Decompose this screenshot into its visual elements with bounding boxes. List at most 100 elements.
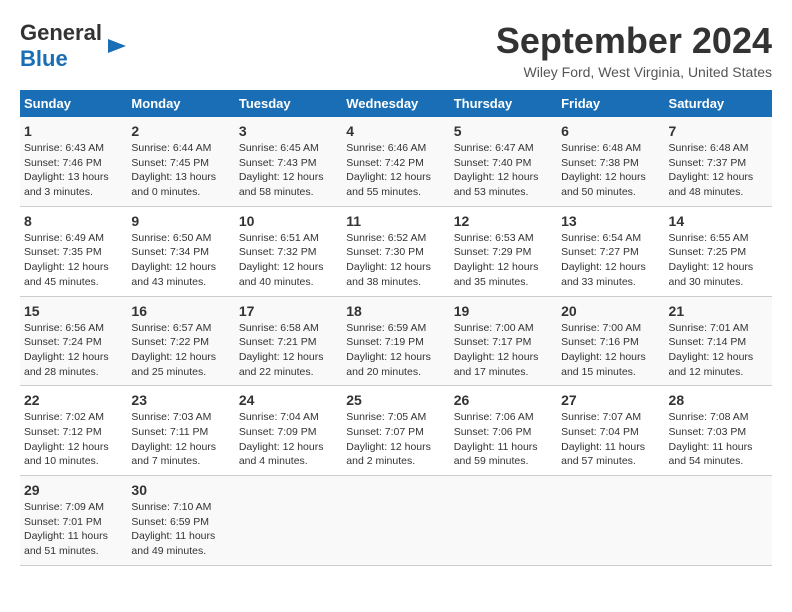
calendar-header: SundayMondayTuesdayWednesdayThursdayFrid… xyxy=(20,90,772,117)
table-cell: 5Sunrise: 6:47 AM Sunset: 7:40 PM Daylig… xyxy=(450,117,557,206)
table-cell: 3 Sunrise: 6:45 AM Sunset: 7:43 PM Daylig… xyxy=(235,117,342,206)
day-number: 20 xyxy=(561,303,660,319)
day-number: 26 xyxy=(454,392,553,408)
week-row-4: 22 Sunrise: 7:02 AM Sunset: 7:12 PM Dayli… xyxy=(20,386,772,476)
table-cell: 24 Sunrise: 7:04 AM Sunset: 7:09 PM Dayli… xyxy=(235,386,342,476)
day-info: Sunrise: 6:48 AM Sunset: 7:37 PM Dayligh… xyxy=(669,141,768,200)
day-info: Sunrise: 6:56 AM Sunset: 7:24 PM Dayligh… xyxy=(24,321,123,380)
calendar-table: SundayMondayTuesdayWednesdayThursdayFrid… xyxy=(20,90,772,566)
day-number: 18 xyxy=(346,303,445,319)
col-header-monday: Monday xyxy=(127,90,234,117)
day-info: Sunrise: 6:55 AM Sunset: 7:25 PM Dayligh… xyxy=(669,231,768,290)
table-cell: 23 Sunrise: 7:03 AM Sunset: 7:11 PM Dayli… xyxy=(127,386,234,476)
col-header-tuesday: Tuesday xyxy=(235,90,342,117)
day-info: Sunrise: 6:44 AM Sunset: 7:45 PM Dayligh… xyxy=(131,141,230,200)
day-number: 29 xyxy=(24,482,123,498)
day-number: 27 xyxy=(561,392,660,408)
logo: General Blue xyxy=(20,20,128,72)
table-cell: 4 Sunrise: 6:46 AM Sunset: 7:42 PM Daylig… xyxy=(342,117,449,206)
day-number: 24 xyxy=(239,392,338,408)
day-info: Sunrise: 7:07 AM Sunset: 7:04 PM Dayligh… xyxy=(561,410,660,469)
col-header-sunday: Sunday xyxy=(20,90,127,117)
calendar-title: September 2024 xyxy=(496,20,772,62)
week-row-2: 8Sunrise: 6:49 AM Sunset: 7:35 PM Daylig… xyxy=(20,206,772,296)
table-cell: 11 Sunrise: 6:52 AM Sunset: 7:30 PM Dayli… xyxy=(342,206,449,296)
logo-blue: Blue xyxy=(20,46,102,72)
day-info: Sunrise: 7:01 AM Sunset: 7:14 PM Dayligh… xyxy=(669,321,768,380)
day-info: Sunrise: 6:46 AM Sunset: 7:42 PM Dayligh… xyxy=(346,141,445,200)
day-number: 13 xyxy=(561,213,660,229)
day-info: Sunrise: 6:52 AM Sunset: 7:30 PM Dayligh… xyxy=(346,231,445,290)
calendar-subtitle: Wiley Ford, West Virginia, United States xyxy=(496,64,772,80)
col-header-wednesday: Wednesday xyxy=(342,90,449,117)
day-info: Sunrise: 7:06 AM Sunset: 7:06 PM Dayligh… xyxy=(454,410,553,469)
day-info: Sunrise: 6:51 AM Sunset: 7:32 PM Dayligh… xyxy=(239,231,338,290)
table-cell: 8Sunrise: 6:49 AM Sunset: 7:35 PM Daylig… xyxy=(20,206,127,296)
col-header-friday: Friday xyxy=(557,90,664,117)
day-info: Sunrise: 6:50 AM Sunset: 7:34 PM Dayligh… xyxy=(131,231,230,290)
day-info: Sunrise: 7:09 AM Sunset: 7:01 PM Dayligh… xyxy=(24,500,123,559)
col-header-saturday: Saturday xyxy=(665,90,772,117)
day-info: Sunrise: 6:57 AM Sunset: 7:22 PM Dayligh… xyxy=(131,321,230,380)
day-number: 15 xyxy=(24,303,123,319)
table-cell: 21Sunrise: 7:01 AM Sunset: 7:14 PM Dayli… xyxy=(665,296,772,386)
table-cell: 18Sunrise: 6:59 AM Sunset: 7:19 PM Dayli… xyxy=(342,296,449,386)
day-number: 3 xyxy=(239,123,338,139)
table-cell: 10 Sunrise: 6:51 AM Sunset: 7:32 PM Dayli… xyxy=(235,206,342,296)
table-cell: 12Sunrise: 6:53 AM Sunset: 7:29 PM Dayli… xyxy=(450,206,557,296)
page-header: General Blue September 2024 Wiley Ford, … xyxy=(20,20,772,80)
table-cell: 14 Sunrise: 6:55 AM Sunset: 7:25 PM Dayli… xyxy=(665,206,772,296)
day-info: Sunrise: 7:05 AM Sunset: 7:07 PM Dayligh… xyxy=(346,410,445,469)
table-cell: 28Sunrise: 7:08 AM Sunset: 7:03 PM Dayli… xyxy=(665,386,772,476)
week-row-3: 15 Sunrise: 6:56 AM Sunset: 7:24 PM Dayli… xyxy=(20,296,772,386)
title-block: September 2024 Wiley Ford, West Virginia… xyxy=(496,20,772,80)
day-info: Sunrise: 7:10 AM Sunset: 6:59 PM Dayligh… xyxy=(131,500,230,559)
day-number: 2 xyxy=(131,123,230,139)
day-number: 19 xyxy=(454,303,553,319)
table-cell xyxy=(557,476,664,566)
week-row-1: 1Sunrise: 6:43 AM Sunset: 7:46 PM Daylig… xyxy=(20,117,772,206)
day-info: Sunrise: 7:04 AM Sunset: 7:09 PM Dayligh… xyxy=(239,410,338,469)
table-cell: 27 Sunrise: 7:07 AM Sunset: 7:04 PM Dayli… xyxy=(557,386,664,476)
table-cell: 15 Sunrise: 6:56 AM Sunset: 7:24 PM Dayli… xyxy=(20,296,127,386)
table-cell: 19 Sunrise: 7:00 AM Sunset: 7:17 PM Dayli… xyxy=(450,296,557,386)
table-cell: 30 Sunrise: 7:10 AM Sunset: 6:59 PM Dayli… xyxy=(127,476,234,566)
table-cell: 1Sunrise: 6:43 AM Sunset: 7:46 PM Daylig… xyxy=(20,117,127,206)
day-number: 9 xyxy=(131,213,230,229)
day-number: 10 xyxy=(239,213,338,229)
logo-general: General xyxy=(20,20,102,46)
table-cell: 6 Sunrise: 6:48 AM Sunset: 7:38 PM Daylig… xyxy=(557,117,664,206)
table-cell xyxy=(665,476,772,566)
table-cell xyxy=(342,476,449,566)
day-info: Sunrise: 7:02 AM Sunset: 7:12 PM Dayligh… xyxy=(24,410,123,469)
day-number: 11 xyxy=(346,213,445,229)
day-number: 8 xyxy=(24,213,123,229)
table-cell xyxy=(235,476,342,566)
day-info: Sunrise: 6:48 AM Sunset: 7:38 PM Dayligh… xyxy=(561,141,660,200)
day-number: 23 xyxy=(131,392,230,408)
table-cell: 7 Sunrise: 6:48 AM Sunset: 7:37 PM Daylig… xyxy=(665,117,772,206)
day-info: Sunrise: 6:54 AM Sunset: 7:27 PM Dayligh… xyxy=(561,231,660,290)
day-info: Sunrise: 7:00 AM Sunset: 7:16 PM Dayligh… xyxy=(561,321,660,380)
day-number: 25 xyxy=(346,392,445,408)
day-number: 22 xyxy=(24,392,123,408)
day-number: 7 xyxy=(669,123,768,139)
day-info: Sunrise: 6:43 AM Sunset: 7:46 PM Dayligh… xyxy=(24,141,123,200)
day-info: Sunrise: 7:03 AM Sunset: 7:11 PM Dayligh… xyxy=(131,410,230,469)
week-row-5: 29 Sunrise: 7:09 AM Sunset: 7:01 PM Dayli… xyxy=(20,476,772,566)
day-number: 17 xyxy=(239,303,338,319)
col-header-thursday: Thursday xyxy=(450,90,557,117)
table-cell xyxy=(450,476,557,566)
day-number: 4 xyxy=(346,123,445,139)
table-cell: 17Sunrise: 6:58 AM Sunset: 7:21 PM Dayli… xyxy=(235,296,342,386)
day-number: 14 xyxy=(669,213,768,229)
day-info: Sunrise: 6:45 AM Sunset: 7:43 PM Dayligh… xyxy=(239,141,338,200)
day-number: 12 xyxy=(454,213,553,229)
day-number: 30 xyxy=(131,482,230,498)
day-info: Sunrise: 7:00 AM Sunset: 7:17 PM Dayligh… xyxy=(454,321,553,380)
logo-arrow-icon xyxy=(106,35,128,57)
day-number: 6 xyxy=(561,123,660,139)
day-info: Sunrise: 7:08 AM Sunset: 7:03 PM Dayligh… xyxy=(669,410,768,469)
table-cell: 29 Sunrise: 7:09 AM Sunset: 7:01 PM Dayli… xyxy=(20,476,127,566)
calendar-body: 1Sunrise: 6:43 AM Sunset: 7:46 PM Daylig… xyxy=(20,117,772,565)
